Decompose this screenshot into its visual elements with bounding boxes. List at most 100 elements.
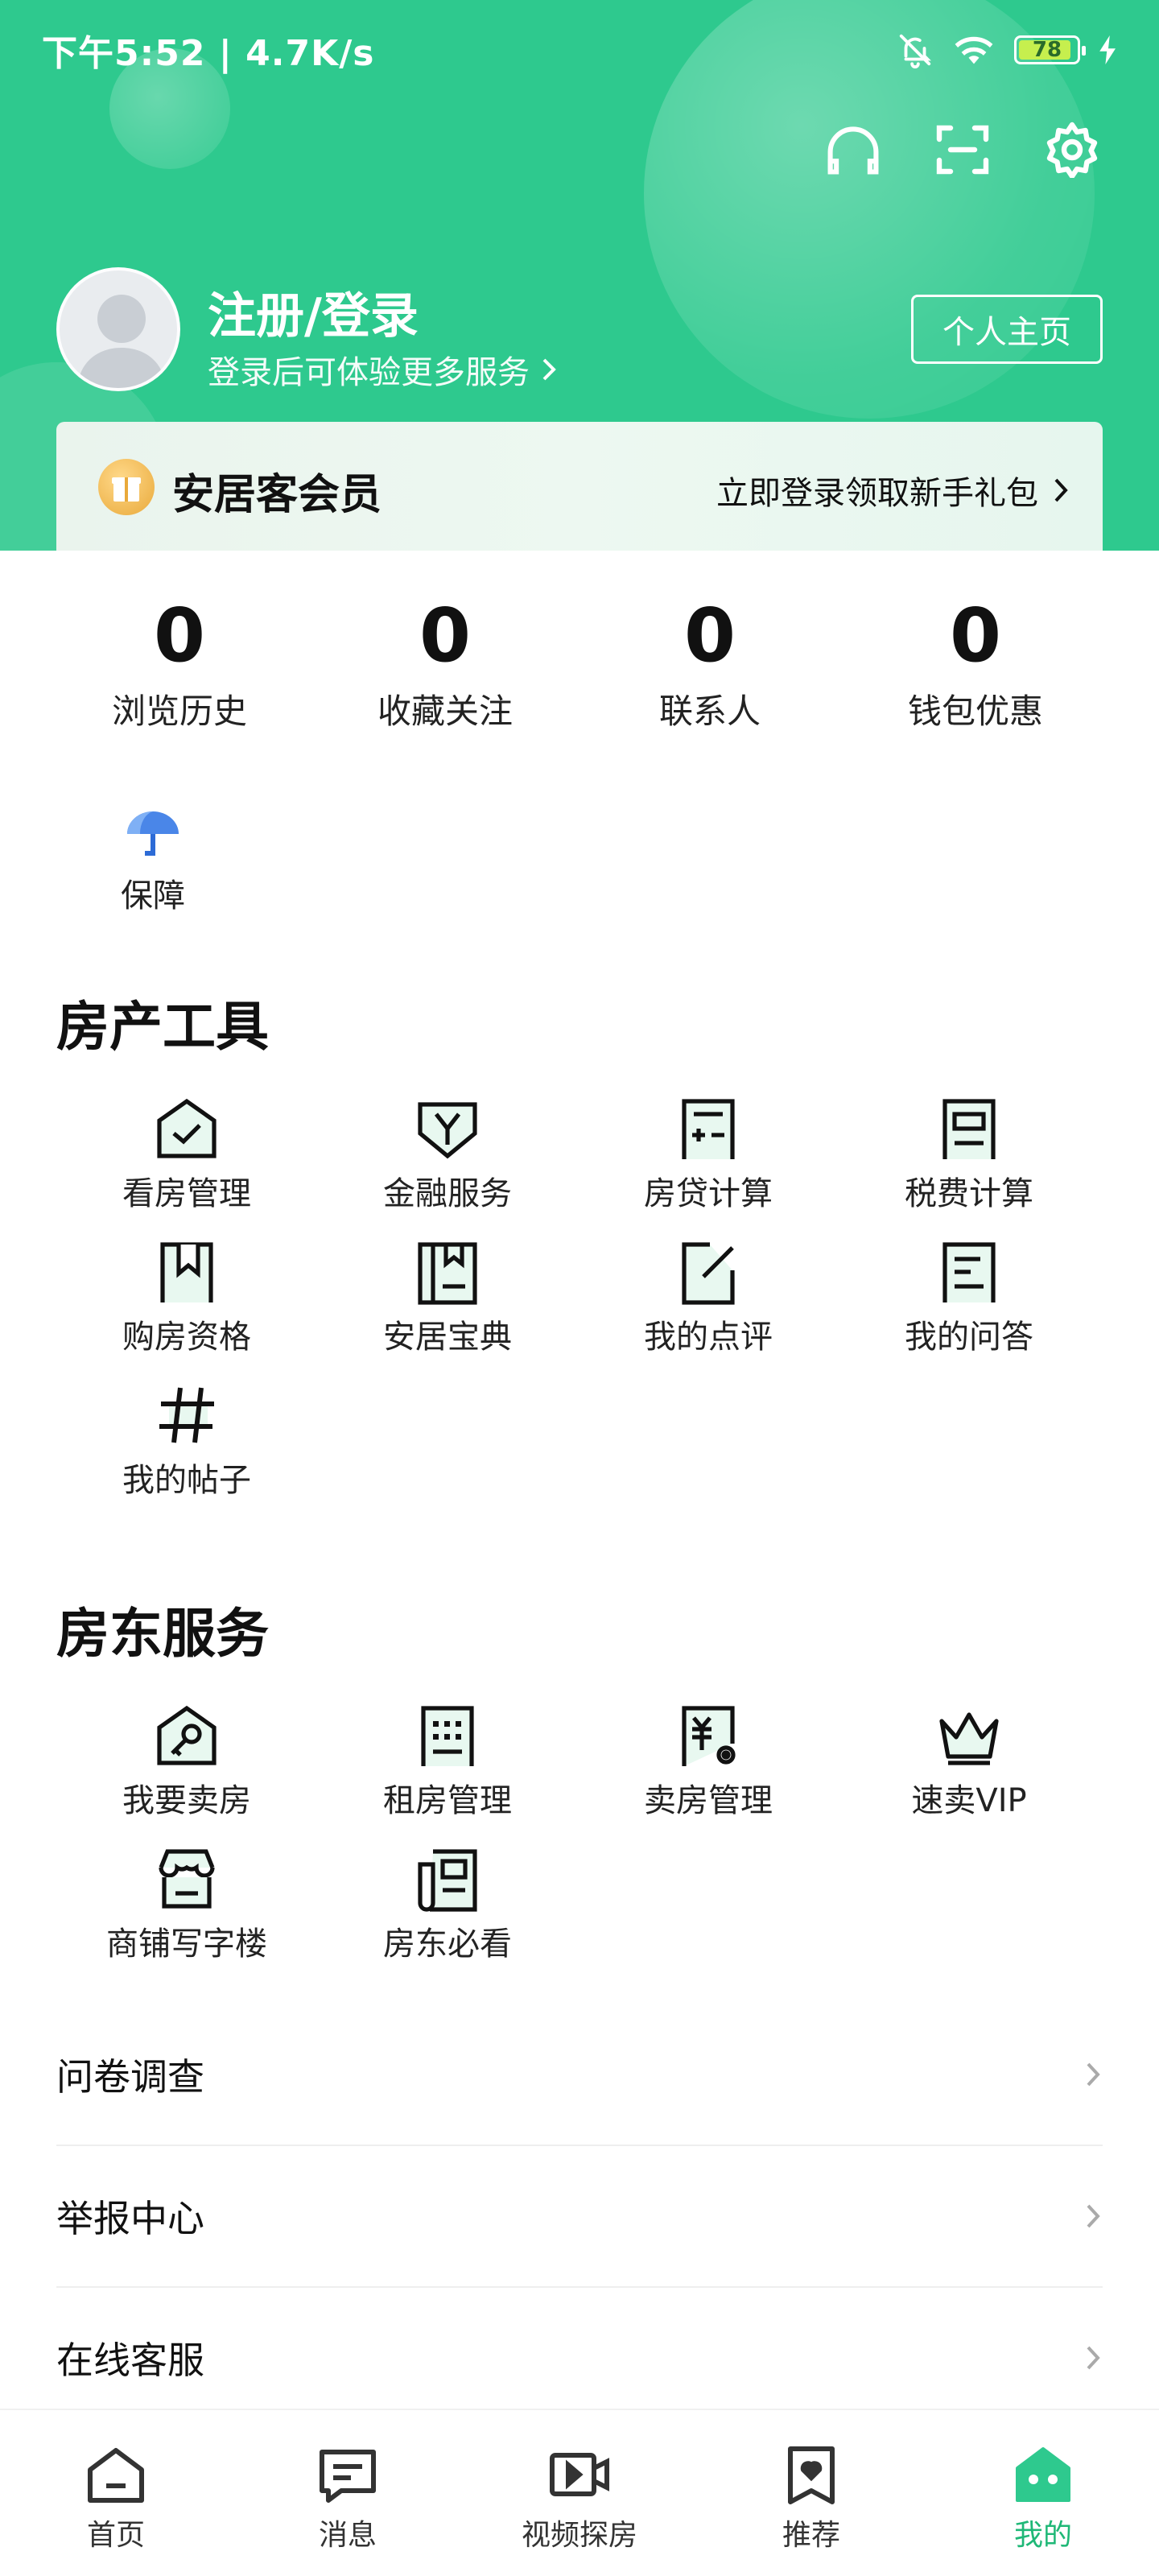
- hash-icon: [159, 1387, 214, 1443]
- list-item-survey[interactable]: 问卷调查: [56, 2004, 1103, 2145]
- tab-recommend[interactable]: 推荐: [731, 2442, 892, 2553]
- status-net-speed: 4.7K/s: [245, 33, 375, 74]
- guarantee-label: 保障: [121, 877, 185, 914]
- bell-muted-icon: [899, 34, 931, 68]
- header-actions: [824, 121, 1101, 179]
- shop-icon: [159, 1849, 215, 1909]
- newspaper-icon: [418, 1849, 477, 1912]
- service-label: 速卖VIP: [911, 1782, 1027, 1819]
- tool-guidebook[interactable]: 安居宝典: [319, 1238, 576, 1357]
- tool-my-reviews[interactable]: 我的点评: [580, 1238, 837, 1357]
- service-sale-management[interactable]: 卖房管理: [580, 1702, 837, 1821]
- service-landlord-must-read[interactable]: 房东必看: [319, 1845, 576, 1964]
- chevron-right-icon: [1087, 2062, 1100, 2087]
- building-icon: [421, 1706, 474, 1766]
- tool-label: 金融服务: [383, 1175, 512, 1212]
- vip-promo-text: 立即登录领取新手礼包: [716, 475, 1038, 512]
- settings-gear-icon[interactable]: [1043, 121, 1101, 179]
- vip-promo[interactable]: 立即登录领取新手礼包: [716, 467, 1070, 514]
- stat-label: 钱包优惠: [907, 691, 1043, 731]
- tool-label: 我的点评: [644, 1319, 773, 1356]
- battery-indicator: 78: [1014, 35, 1086, 64]
- stat-label: 联系人: [658, 691, 761, 731]
- service-label: 商铺写字楼: [106, 1926, 267, 1963]
- tax-doc-icon: [942, 1099, 996, 1159]
- stat-value: 0: [683, 592, 736, 679]
- guarantee-entry[interactable]: 保障: [105, 808, 201, 916]
- vip-banner[interactable]: 安居客会员 立即登录领取新手礼包: [56, 422, 1103, 551]
- tab-label: 视频探房: [521, 2519, 637, 2552]
- scan-icon[interactable]: [934, 121, 992, 179]
- stat-history[interactable]: 0 浏览历史: [59, 596, 300, 733]
- home-icon: [88, 2448, 144, 2503]
- house-key-icon: [157, 1705, 217, 1765]
- qa-doc-icon: [942, 1242, 996, 1302]
- tool-purchase-eligibility[interactable]: 购房资格: [58, 1238, 316, 1357]
- profile-home-button[interactable]: 个人主页: [911, 295, 1103, 364]
- list-item-label: 问卷调查: [56, 2055, 204, 2099]
- message-icon: [320, 2450, 376, 2503]
- stat-favorites[interactable]: 0 收藏关注: [324, 596, 566, 733]
- tab-home[interactable]: 首页: [35, 2442, 196, 2553]
- tool-my-qa[interactable]: 我的问答: [840, 1238, 1098, 1357]
- list-item-label: 在线客服: [56, 2339, 204, 2382]
- stat-value: 0: [419, 592, 471, 679]
- chevron-right-icon: [1087, 2346, 1100, 2370]
- stats-row: 0 浏览历史 0 收藏关注 0 联系人 0 钱包优惠: [0, 596, 1159, 741]
- edit-icon: [682, 1242, 735, 1305]
- tool-label: 我的问答: [905, 1319, 1033, 1356]
- stat-contacts[interactable]: 0 联系人: [589, 596, 831, 733]
- headset-icon[interactable]: [824, 121, 882, 179]
- tool-label: 安居宝典: [383, 1319, 512, 1356]
- avatar[interactable]: [56, 267, 180, 391]
- login-subtitle[interactable]: 登录后可体验更多服务: [208, 346, 560, 393]
- list-item-report-center[interactable]: 举报中心: [56, 2146, 1103, 2286]
- me-icon: [1016, 2447, 1070, 2502]
- tool-tax-calculator[interactable]: 税费计算: [840, 1095, 1098, 1214]
- umbrella-icon: [127, 811, 179, 856]
- crown-icon: [939, 1712, 999, 1765]
- tool-viewing-management[interactable]: 看房管理: [58, 1095, 316, 1214]
- profile-header: 下午5:52 | 4.7K/s 78 注册/登录 登录后可体验更多服务 个人主页…: [0, 0, 1159, 551]
- login-title[interactable]: 注册/登录: [208, 277, 419, 347]
- status-left: 下午5:52 | 4.7K/s: [42, 33, 375, 74]
- service-label: 我要卖房: [122, 1782, 251, 1819]
- service-sell-house[interactable]: 我要卖房: [58, 1702, 316, 1821]
- gift-icon: [98, 459, 155, 515]
- tool-mortgage-calculator[interactable]: 房贷计算: [580, 1095, 837, 1214]
- tool-label: 税费计算: [905, 1175, 1033, 1212]
- vip-title: 安居客会员: [172, 471, 382, 519]
- book-icon: [418, 1242, 477, 1305]
- service-label: 租房管理: [383, 1782, 512, 1819]
- service-label: 卖房管理: [644, 1782, 773, 1819]
- calculator-icon: [682, 1099, 735, 1159]
- section-title-landlord-services: 房东服务: [56, 1603, 269, 1665]
- tab-label: 首页: [86, 2519, 145, 2552]
- battery-level: 78: [1032, 38, 1062, 62]
- stat-value: 0: [153, 592, 205, 679]
- service-quick-sale-vip[interactable]: 速卖VIP: [840, 1702, 1098, 1821]
- tool-finance-services[interactable]: 金融服务: [319, 1095, 576, 1214]
- list-item-online-support[interactable]: 在线客服: [56, 2288, 1103, 2428]
- status-right: 78: [897, 31, 1117, 68]
- stat-value: 0: [949, 592, 1001, 679]
- tool-label: 看房管理: [122, 1175, 251, 1212]
- bottom-tab-bar: 首页 消息 视频探房 推荐 我的: [0, 2409, 1159, 2576]
- tool-label: 我的帖子: [122, 1462, 251, 1499]
- yen-doc-icon: [682, 1706, 736, 1766]
- tool-my-posts[interactable]: 我的帖子: [58, 1381, 316, 1501]
- service-rental-management[interactable]: 租房管理: [319, 1702, 576, 1821]
- tab-label: 推荐: [782, 2519, 840, 2552]
- charging-icon: [1099, 35, 1116, 64]
- tab-label: 我的: [1013, 2519, 1072, 2552]
- tab-video-tour[interactable]: 视频探房: [499, 2442, 660, 2553]
- service-shops-offices[interactable]: 商铺写字楼: [58, 1845, 316, 1964]
- login-subtitle-text: 登录后可体验更多服务: [208, 354, 530, 391]
- tab-messages[interactable]: 消息: [267, 2442, 428, 2553]
- stat-wallet[interactable]: 0 钱包优惠: [855, 596, 1096, 733]
- section-title-property-tools: 房产工具: [56, 996, 269, 1058]
- shield-y-icon: [418, 1102, 477, 1159]
- tab-me[interactable]: 我的: [963, 2442, 1124, 2553]
- tool-label: 房贷计算: [644, 1175, 773, 1212]
- chevron-right-icon: [1054, 478, 1068, 502]
